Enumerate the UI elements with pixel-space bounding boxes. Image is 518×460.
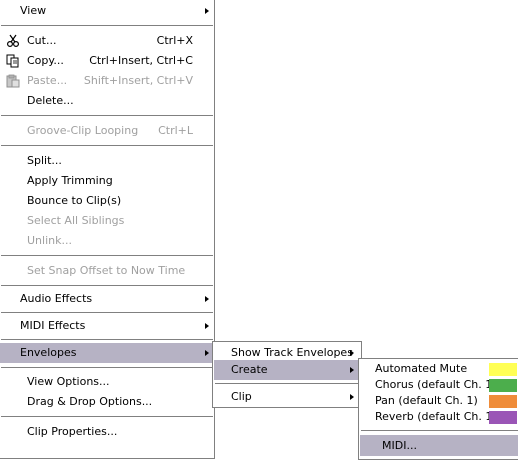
- color-swatch: [489, 379, 517, 392]
- menu-separator: [215, 383, 360, 384]
- menu-item-copy[interactable]: Copy... Ctrl+Insert, Ctrl+C: [0, 51, 213, 71]
- menu-item-label: Pan (default Ch. 1): [375, 394, 478, 407]
- color-swatch: [489, 411, 517, 424]
- menu-item-label: Split...: [27, 154, 62, 167]
- create-item-reverb[interactable]: Reverb (default Ch. 1): [360, 409, 518, 425]
- color-swatch: [489, 363, 517, 376]
- menu-item-label: View Options...: [27, 375, 110, 388]
- menu-item-label: Unlink...: [27, 234, 72, 247]
- submenu-arrow-icon: [205, 8, 209, 14]
- submenu-arrow-icon: [205, 350, 209, 356]
- submenu-item-create[interactable]: Create: [214, 360, 360, 380]
- menu-item-unlink[interactable]: Unlink...: [0, 231, 213, 251]
- menu-item-midi-effects[interactable]: MIDI Effects: [0, 316, 213, 336]
- menu-item-label: MIDI Effects: [20, 319, 86, 332]
- menu-item-shortcut: Ctrl+Insert, Ctrl+C: [89, 54, 193, 67]
- color-swatch: [489, 395, 517, 408]
- menu-separator: [1, 285, 213, 286]
- create-item-chorus[interactable]: Chorus (default Ch. 1): [360, 377, 518, 393]
- menu-item-drag-drop-options[interactable]: Drag & Drop Options...: [0, 392, 213, 412]
- menu-separator: [1, 255, 213, 256]
- menu-separator: [1, 312, 213, 313]
- menu-item-label: Automated Mute: [375, 362, 468, 375]
- menu-item-view-options[interactable]: View Options...: [0, 372, 213, 392]
- menu-item-label: Groove-Clip Looping: [27, 124, 139, 137]
- menu-item-label: Copy...: [27, 54, 64, 67]
- menu-item-bounce-to-clips[interactable]: Bounce to Clip(s): [0, 191, 213, 211]
- menu-item-shortcut: Shift+Insert, Ctrl+V: [83, 74, 193, 87]
- submenu-arrow-icon: [350, 350, 354, 356]
- menu-item-set-snap-offset[interactable]: Set Snap Offset to Now Time: [0, 261, 213, 281]
- menu-item-view[interactable]: View: [0, 1, 213, 21]
- submenu-arrow-icon: [205, 323, 209, 329]
- menu-item-label: Envelopes: [20, 346, 77, 359]
- submenu-arrow-icon: [350, 394, 354, 400]
- menu-item-label: Create: [231, 363, 268, 376]
- menu-separator: [1, 25, 213, 26]
- menu-item-audio-effects[interactable]: Audio Effects: [0, 289, 213, 309]
- menu-item-label: Reverb (default Ch. 1): [375, 410, 497, 423]
- menu-item-split[interactable]: Split...: [0, 151, 213, 171]
- menu-item-label: Paste...: [27, 74, 68, 87]
- menu-item-label: Clip: [231, 390, 252, 403]
- menu-item-label: View: [20, 4, 47, 17]
- create-item-automated-mute[interactable]: Automated Mute: [360, 361, 518, 377]
- menu-item-label: Clip Properties...: [27, 425, 118, 438]
- menu-separator: [1, 115, 213, 116]
- paste-icon: [6, 74, 20, 88]
- menu-item-label: MIDI...: [382, 439, 417, 452]
- menu-item-label: Chorus (default Ch. 1): [375, 378, 497, 391]
- submenu-item-clip[interactable]: Clip: [214, 387, 360, 407]
- submenu-arrow-icon: [350, 367, 354, 373]
- menu-item-label: Apply Trimming: [27, 174, 113, 187]
- create-item-pan[interactable]: Pan (default Ch. 1): [360, 393, 518, 409]
- menu-item-select-all-siblings[interactable]: Select All Siblings: [0, 211, 213, 231]
- menu-item-label: Delete...: [27, 94, 74, 107]
- submenu-arrow-icon: [205, 296, 209, 302]
- menu-item-label: Drag & Drop Options...: [27, 395, 153, 408]
- menu-item-label: Cut...: [27, 34, 57, 47]
- menu-item-delete[interactable]: Delete...: [0, 91, 213, 111]
- create-submenu: Automated Mute Chorus (default Ch. 1) Pa…: [358, 358, 518, 460]
- copy-icon: [6, 54, 19, 68]
- menu-item-cut[interactable]: Cut... Ctrl+X: [0, 31, 213, 51]
- create-item-midi[interactable]: MIDI...: [360, 435, 518, 456]
- menu-item-groove-clip-looping[interactable]: Groove-Clip Looping Ctrl+L: [0, 121, 213, 141]
- menu-item-shortcut: Ctrl+X: [156, 34, 193, 47]
- menu-separator: [1, 416, 213, 417]
- menu-item-label: Select All Siblings: [27, 214, 125, 227]
- scissors-icon: [6, 34, 20, 48]
- menu-item-clip-properties[interactable]: Clip Properties...: [0, 422, 213, 442]
- envelopes-submenu: Show Track Envelopes Create Clip: [212, 341, 362, 408]
- menu-item-label: Set Snap Offset to Now Time: [27, 264, 186, 277]
- menu-item-shortcut: Ctrl+L: [158, 124, 193, 137]
- menu-item-envelopes[interactable]: Envelopes: [0, 343, 213, 363]
- menu-separator: [361, 430, 518, 431]
- menu-separator: [1, 145, 213, 146]
- clip-context-menu: View Cut... Ctrl+X Copy... Ctrl+Insert, …: [0, 0, 215, 459]
- menu-item-label: Bounce to Clip(s): [27, 194, 122, 207]
- menu-separator: [1, 367, 213, 368]
- menu-item-label: Audio Effects: [20, 292, 93, 305]
- menu-item-paste[interactable]: Paste... Shift+Insert, Ctrl+V: [0, 71, 213, 91]
- menu-separator: [1, 339, 213, 340]
- menu-item-apply-trimming[interactable]: Apply Trimming: [0, 171, 213, 191]
